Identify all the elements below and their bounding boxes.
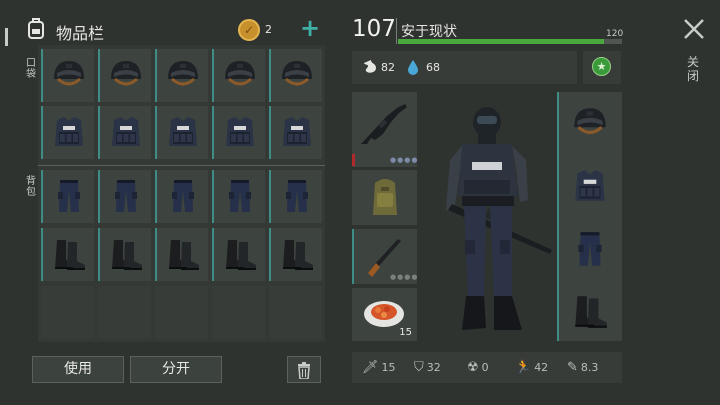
delete-button[interactable] [287,356,321,383]
running-icon: 🏃 [515,360,532,375]
inventory-slot-vest[interactable] [269,106,322,159]
radiation-stat: ☢ 0 [467,360,489,375]
inventory-slot-helmet[interactable] [269,49,322,102]
inventory-slot-helmet[interactable] [155,49,208,102]
inventory-slot-pants[interactable] [98,170,151,223]
inventory-slot-pants[interactable] [155,170,208,223]
rifle-icon [361,104,407,144]
backpack-icon [26,17,46,39]
backpack-item-icon [373,179,397,215]
inventory-slot-pants[interactable] [41,170,94,223]
inventory-slot-empty[interactable] [212,286,265,339]
xp-max: 120 [606,29,624,39]
water-icon [407,59,419,79]
food-value: 82 [381,61,395,74]
coin-icon: ✓ [238,19,260,41]
secondary-weapon-slot[interactable]: ●●●● [352,229,417,284]
inventory-slot-boots[interactable] [41,228,94,281]
inventory-slot-empty[interactable] [155,286,208,339]
left-edge-tab [5,28,8,46]
ammo-dots: ●●●● [390,273,419,281]
stomach-icon [362,59,378,79]
food-plate-icon [364,301,404,327]
inventory-slot-empty[interactable] [41,286,94,339]
slot-accent [352,229,354,284]
inventory-slot-vest[interactable] [212,106,265,159]
inventory-slot-vest[interactable] [98,106,151,159]
coin-count: 2 [265,23,272,36]
use-button[interactable]: 使用 [32,356,124,383]
inventory-slot-boots[interactable] [155,228,208,281]
blade-icon: 🗡 [362,360,379,375]
inventory-slot-pants[interactable] [212,170,265,223]
close-label[interactable]: 关闭 [687,55,701,83]
backpack-label: 背包 [26,176,36,198]
close-icon[interactable] [683,18,705,44]
perk-button[interactable]: ★ [583,51,621,84]
inventory-slot-boots[interactable] [269,228,322,281]
equip-slot-helmet[interactable] [557,92,622,155]
xp-bar [398,39,622,44]
character-level: 107 [352,16,396,42]
xp-bar-fill [398,39,605,44]
inventory-slot-helmet[interactable] [41,49,94,102]
grid-divider [38,165,325,166]
trash-icon [298,362,310,380]
level-divider [396,18,397,44]
weapon-slot-rifle[interactable]: ●●●● [352,92,417,167]
equip-slot-vest[interactable] [557,155,622,218]
stealth-stat: ✎ 8.3 [567,360,599,375]
split-button[interactable]: 分开 [130,356,222,383]
ammo-dots: ●●●● [390,156,419,164]
armor-stat: ⛉ 32 [414,360,441,375]
status-text: 安于现状 [401,24,457,40]
food-slot[interactable]: 15 [352,288,417,341]
inventory-title: 物品栏 [56,24,105,43]
radiation-icon: ☢ [467,360,479,375]
weapon-durability-bar [352,154,355,166]
inventory-slot-helmet[interactable] [212,49,265,102]
star-icon: ★ [592,57,611,76]
pockets-label: 口袋 [26,58,36,80]
inventory-slot-vest[interactable] [155,106,208,159]
inventory-slot-helmet[interactable] [98,49,151,102]
food-count: 15 [399,327,412,338]
inventory-slot-boots[interactable] [98,228,151,281]
inventory-slot-boots[interactable] [212,228,265,281]
attack-stat: 🗡 15 [362,360,396,375]
inventory-slot-vest[interactable] [41,106,94,159]
add-coins-button[interactable]: + [300,14,320,42]
inventory-slot-empty[interactable] [98,286,151,339]
character-model [432,100,557,344]
water-value: 68 [426,61,440,74]
inventory-slot-pants[interactable] [269,170,322,223]
speed-stat: 🏃 42 [515,360,549,375]
equip-slot-pants[interactable] [557,218,622,281]
inventory-slot-empty[interactable] [269,286,322,339]
backpack-slot[interactable] [352,170,417,225]
equip-slot-boots[interactable] [557,281,622,341]
shield-icon: ⛉ [414,360,424,375]
stealth-icon: ✎ [567,360,578,375]
